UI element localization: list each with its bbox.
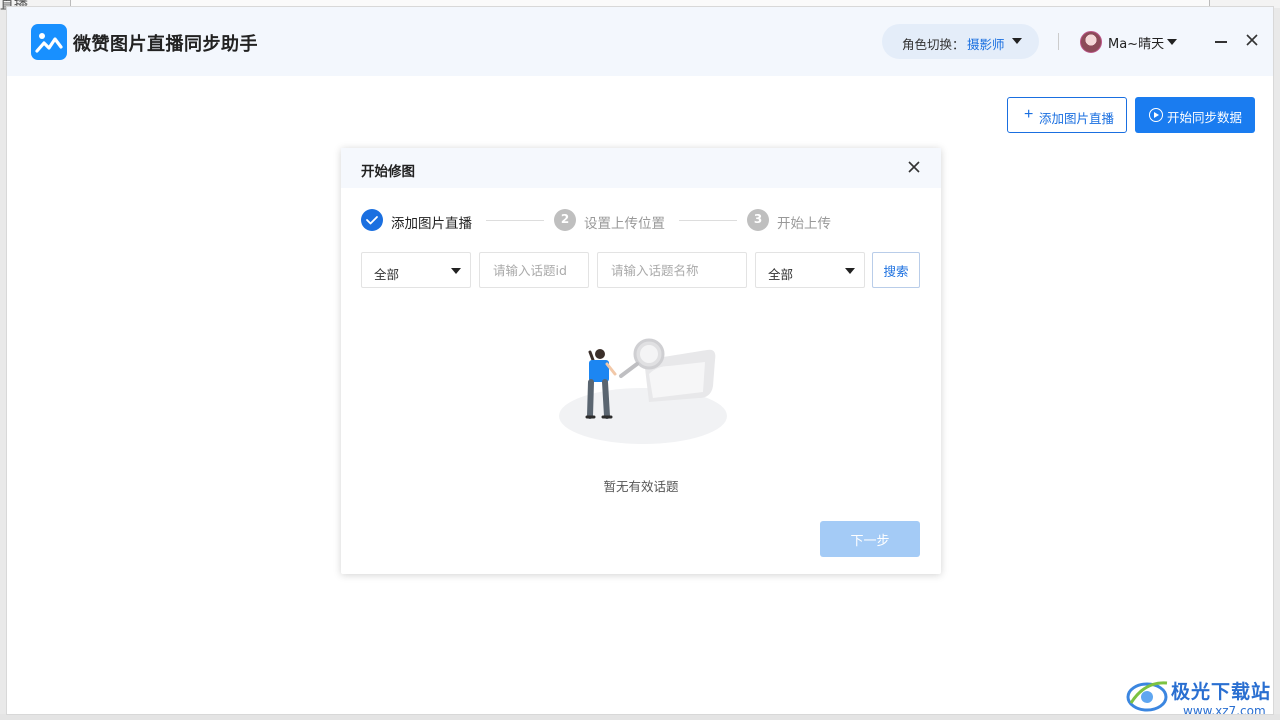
empty-state-text: 暂无有效话题 (603, 479, 679, 494)
dialog-title: 开始修图 (361, 164, 415, 180)
role-switch-value[interactable]: 摄影师 (967, 34, 1005, 53)
step-label: 添加图片直播 (391, 216, 472, 232)
site-watermark: 极光下载站 www.xz7.com (1125, 671, 1273, 715)
search-button[interactable]: 搜索 (872, 252, 920, 288)
minimize-icon[interactable] (1215, 41, 1227, 43)
plus-icon: + (1024, 106, 1034, 123)
dialog-close-icon[interactable] (908, 161, 920, 173)
header-divider (1058, 33, 1059, 50)
role-switch-dropdown[interactable]: 角色切换： 摄影师 (882, 24, 1039, 59)
play-circle-icon (1149, 108, 1163, 122)
topic-name-input[interactable] (597, 252, 747, 288)
step-number: 3 (753, 212, 763, 226)
caret-down-icon (451, 268, 461, 274)
user-menu-caret-icon[interactable] (1167, 39, 1177, 45)
role-switch-label: 角色切换： (902, 37, 965, 52)
filter-select-2[interactable]: 全部 (755, 252, 865, 288)
app-logo-icon (31, 24, 67, 60)
step-number: 2 (560, 212, 570, 226)
add-photo-live-button[interactable]: + 添加图片直播 (1007, 97, 1127, 133)
step-number-circle: 2 (554, 209, 576, 231)
window-close-icon[interactable] (1245, 33, 1259, 47)
watermark-brand: 极光下载站 (1171, 681, 1272, 703)
filter-select-1-value: 全部 (374, 267, 400, 282)
step-connector (679, 220, 737, 221)
empty-state-illustration (559, 338, 727, 444)
app-title: 微赞图片直播同步助手 (73, 34, 258, 55)
next-step-button[interactable]: 下一步 (820, 521, 920, 557)
watermark-url: www.xz7.com (1183, 704, 1266, 715)
title-bar: 微赞图片直播同步助手 角色切换： 摄影师 Ma~晴天 (7, 7, 1273, 76)
start-sync-label: 开始同步数据 (1167, 111, 1243, 125)
step-label: 设置上传位置 (584, 216, 665, 232)
add-photo-live-label: 添加图片直播 (1039, 112, 1115, 126)
filter-select-1[interactable]: 全部 (361, 252, 471, 288)
step-connector (486, 220, 544, 221)
step-number-circle: 3 (747, 209, 769, 231)
filter-select-2-value: 全部 (768, 267, 794, 282)
watermark-logo-icon (1126, 681, 1168, 712)
start-sync-button[interactable]: 开始同步数据 (1135, 97, 1255, 133)
caret-down-icon[interactable] (1012, 38, 1022, 44)
user-avatar[interactable] (1080, 31, 1102, 53)
caret-down-icon (845, 268, 855, 274)
check-circle-icon (361, 209, 383, 231)
topic-id-input[interactable] (479, 252, 589, 288)
app-window: 微赞图片直播同步助手 角色切换： 摄影师 Ma~晴天 + 添加图片直播 开始同步… (6, 6, 1274, 715)
user-name[interactable]: Ma~晴天 (1108, 33, 1164, 52)
dialog-header: 开始修图 (341, 148, 941, 188)
start-retouch-dialog: 开始修图 添加图片直播 2 设置上传位置 3 开始上传 全部 请输入话题id 请… (341, 148, 941, 574)
step-label: 开始上传 (777, 216, 831, 232)
